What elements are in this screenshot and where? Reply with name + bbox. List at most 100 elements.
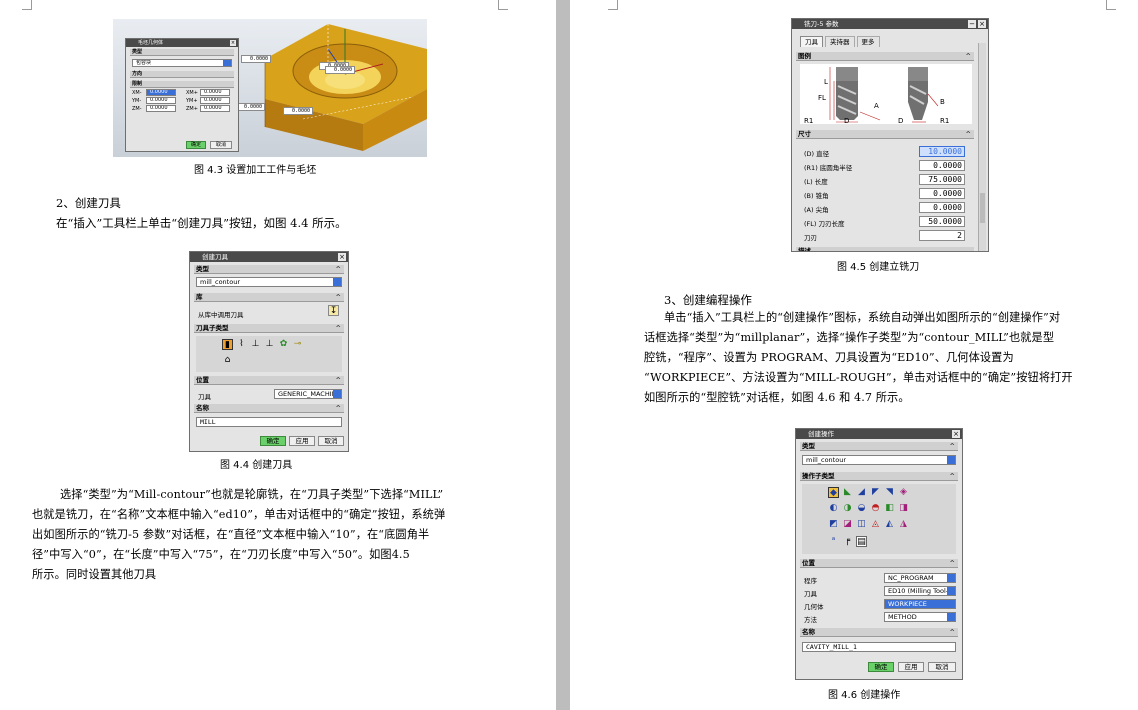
section-library[interactable]: 库 ^	[194, 293, 344, 302]
flutes-input[interactable]: 2	[919, 230, 965, 241]
type-dropdown[interactable]: 包容块	[132, 59, 232, 67]
flowcut-multiple-icon[interactable]: ◬	[870, 519, 881, 530]
t-cutter-icon[interactable]: ✿	[278, 339, 289, 350]
limit-label: XM-	[132, 90, 142, 96]
apply-button[interactable]: 应用	[289, 436, 315, 446]
section-subtype[interactable]: 操作子类型 ^	[800, 472, 958, 481]
section-location[interactable]: 位置 ^	[800, 559, 958, 568]
flowcut-smooth-icon[interactable]: ◮	[898, 519, 909, 530]
scrollbar-thumb[interactable]	[980, 193, 985, 223]
tip-angle-input[interactable]: 0.0000	[919, 202, 965, 213]
section-location[interactable]: 位置 ^	[194, 376, 344, 385]
name-input[interactable]: MILL	[196, 417, 342, 427]
mill-control-icon[interactable]: ╒	[842, 536, 853, 547]
limit-input[interactable]: 0.0000	[200, 105, 230, 112]
dialog-scrollbar[interactable]	[978, 43, 986, 251]
close-icon[interactable]: ×	[952, 430, 960, 438]
library-icon[interactable]: ↧	[328, 305, 339, 316]
chamfer-tool-icon[interactable]: ⊥	[264, 339, 275, 350]
apply-button[interactable]: 应用	[898, 662, 924, 672]
section-name[interactable]: 名称 ^	[194, 404, 344, 413]
fixed-contour-icon[interactable]: ◐	[828, 503, 839, 514]
figure-4-3-image: 0.0000 0.0000 0.0000 0.0000 0.0000 毛坯几何体…	[113, 19, 427, 157]
plunge-mill-icon[interactable]: ◣	[842, 487, 853, 498]
user-defined-icon[interactable]: ▤	[856, 536, 867, 547]
cavity-mill-icon[interactable]: ◆	[828, 487, 839, 498]
contour-area-icon[interactable]: ◑	[842, 503, 853, 514]
diagram-label: FL	[818, 94, 826, 102]
diameter-input[interactable]: 10.0000	[919, 146, 965, 157]
contour-flowcut-icon[interactable]: ◧	[884, 503, 895, 514]
profile-3d-icon[interactable]: ◩	[828, 519, 839, 530]
type-dropdown[interactable]: mill_contour	[196, 277, 342, 287]
limit-input[interactable]: 0.0000	[146, 97, 176, 104]
lower-radius-input[interactable]: 0.0000	[919, 160, 965, 171]
program-dropdown[interactable]: NC_PROGRAM	[884, 573, 956, 583]
close-icon[interactable]: ×	[978, 20, 986, 28]
type-dropdown[interactable]: mill_contour	[802, 455, 956, 465]
limit-input[interactable]: 0.0000	[146, 105, 176, 112]
section-subtype[interactable]: 刀具子类型 ^	[194, 324, 344, 333]
limit-input[interactable]: 0.0000	[200, 89, 230, 96]
minimize-icon[interactable]: −	[968, 20, 976, 28]
ok-button[interactable]: 确定	[868, 662, 894, 672]
dialog-titlebar: 铣刀-5 参数 × −	[792, 19, 988, 29]
para-line: 出如图所示的“铣刀-5 参数”对话框，在“直径”文本框中输入“10”，在“底圆角…	[32, 528, 430, 541]
section-heading: 3、创建编程操作	[664, 293, 752, 307]
tool-dropdown[interactable]: GENERIC_MACHINE	[274, 389, 342, 399]
limit-input[interactable]: 0.0000	[200, 97, 230, 104]
offset-callout[interactable]: 0.0000	[283, 107, 313, 115]
corner-rough-icon[interactable]: ◢	[856, 487, 867, 498]
contour-walk-icon[interactable]: ◪	[842, 519, 853, 530]
close-icon[interactable]: ×	[338, 253, 346, 261]
cancel-button[interactable]: 取消	[928, 662, 956, 672]
mill-tool-icon[interactable]: ▮	[222, 339, 233, 350]
section-dimensions[interactable]: 尺寸 ^	[796, 130, 974, 139]
taper-angle-input[interactable]: 0.0000	[919, 188, 965, 199]
limit-input[interactable]: 0.0000	[146, 89, 176, 96]
flowcut-single-icon[interactable]: ◫	[856, 519, 867, 530]
dialog-titlebar: 毛坯几何体 ×	[126, 39, 238, 47]
section-type[interactable]: 类型 ^	[194, 265, 344, 274]
close-icon[interactable]: ×	[230, 40, 236, 46]
barrel-tool-icon[interactable]: ⊸	[292, 339, 303, 350]
collapse-icon: ^	[335, 293, 341, 301]
zlevel-corner-icon[interactable]: ◈	[898, 487, 909, 498]
method-dropdown[interactable]: METHOD	[884, 612, 956, 622]
section-figure[interactable]: 图例 ^	[796, 52, 974, 61]
holder-tool-icon[interactable]: ⌂	[222, 355, 233, 366]
geometry-dropdown[interactable]: WORKPIECE	[884, 599, 956, 609]
tool-dropdown[interactable]: ED10 (Milling Tool-5	[884, 586, 956, 596]
section-direction[interactable]: 方向	[130, 71, 234, 78]
text-op-icon[interactable]: ᵃ	[828, 536, 839, 547]
flowcut-ref-icon[interactable]: ◭	[884, 519, 895, 530]
section-limits[interactable]: 限制	[130, 81, 234, 88]
streamline-icon[interactable]: ◓	[870, 503, 881, 514]
section-name[interactable]: 名称 ^	[800, 628, 958, 637]
offset-callout[interactable]: 0.0000	[325, 66, 355, 74]
tool-diagram: L FL A B R1 D D R1	[800, 64, 972, 125]
name-input[interactable]: CAVITY_MILL_1	[802, 642, 956, 652]
zlevel-profile-icon[interactable]: ◥	[884, 487, 895, 498]
rest-mill-icon[interactable]: ◤	[870, 487, 881, 498]
section-type[interactable]: 类型	[130, 49, 234, 56]
cancel-button[interactable]: 取消	[210, 141, 232, 149]
tab-holder[interactable]: 夹持器	[825, 36, 855, 47]
length-input[interactable]: 75.0000	[919, 174, 965, 185]
section-type[interactable]: 类型 ^	[800, 442, 958, 451]
contour-text-icon[interactable]: ◨	[898, 503, 909, 514]
offset-callout[interactable]: 0.0000	[241, 55, 271, 63]
ball-mill-icon[interactable]: ⊥	[250, 339, 261, 350]
diagram-label: L	[824, 78, 828, 86]
ok-button[interactable]: 确定	[186, 141, 206, 149]
cancel-button[interactable]: 取消	[318, 436, 344, 446]
tab-more[interactable]: 更多	[856, 36, 880, 47]
flute-length-input[interactable]: 50.0000	[919, 216, 965, 227]
tab-tool[interactable]: 刀具	[800, 36, 823, 47]
drill-tool-icon[interactable]: ⌇	[236, 339, 247, 350]
para-line: 也就是铣刀，在“名称”文本框中输入“ed10”，单击对话框中的“确定”按钮，系统…	[32, 508, 446, 521]
ok-button[interactable]: 确定	[260, 436, 286, 446]
contour-surface-icon[interactable]: ◒	[856, 503, 867, 514]
offset-callout[interactable]: 0.0000	[235, 103, 265, 111]
section-description[interactable]: 描述	[796, 247, 974, 251]
